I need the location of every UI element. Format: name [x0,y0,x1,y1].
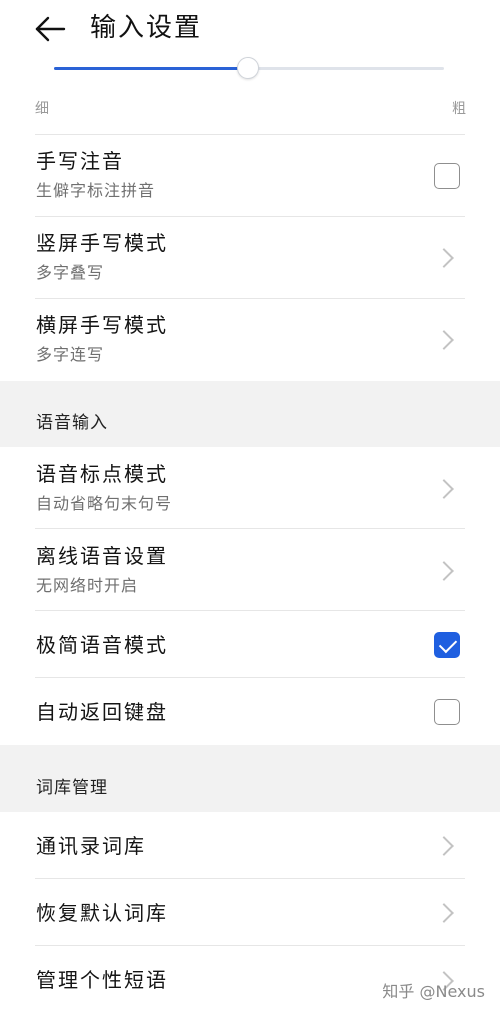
row-title: 离线语音设置 [36,544,168,568]
row-title: 横屏手写模式 [36,313,168,337]
row-portrait-handwriting[interactable]: 竖屏手写模式 多字叠写 [0,217,500,299]
row-subtitle: 多字连写 [36,345,105,364]
row-subtitle: 无网络时开启 [36,576,139,595]
section-header-voice: 语音输入 [0,381,500,447]
row-title: 极简语音模式 [36,633,168,657]
row-subtitle: 多字叠写 [36,263,105,282]
row-title: 通讯录词库 [36,834,146,858]
chevron-right-icon [434,561,454,581]
row-title: 手写注音 [36,149,124,173]
checkbox-unchecked[interactable] [434,699,460,725]
row-landscape-handwriting[interactable]: 横屏手写模式 多字连写 [0,299,500,381]
row-subtitle: 生僻字标注拼音 [36,181,156,200]
slider-labels: 细 粗 [0,96,500,124]
row-title: 竖屏手写模式 [36,231,168,255]
row-auto-return-keyboard[interactable]: 自动返回键盘 [0,678,500,745]
section-title: 语音输入 [36,413,108,433]
chevron-right-icon [434,836,454,856]
row-title: 语音标点模式 [36,462,168,486]
row-handwriting-pinyin[interactable]: 手写注音 生僻字标注拼音 [0,135,500,217]
row-voice-punctuation[interactable]: 语音标点模式 自动省略句末句号 [0,447,500,529]
page-title: 输入设置 [90,13,203,43]
watermark: 知乎 @Nexus [382,982,485,1001]
slider-thumb[interactable] [237,57,259,79]
top-app-bar: 输入设置 [0,0,500,58]
arrow-left-icon[interactable] [33,12,67,46]
stroke-thickness-slider[interactable] [54,57,444,79]
chevron-right-icon [434,903,454,923]
row-title: 恢复默认词库 [36,901,168,925]
section-header-lexicon: 词库管理 [0,745,500,812]
chevron-right-icon [434,330,454,350]
row-offline-voice[interactable]: 离线语音设置 无网络时开启 [0,529,500,611]
checkbox-checked[interactable] [434,632,460,658]
slider-max-label: 粗 [452,101,466,117]
slider-min-label: 细 [35,101,49,117]
row-minimal-voice[interactable]: 极简语音模式 [0,611,500,678]
slider-fill [54,67,249,70]
row-title: 自动返回键盘 [36,700,168,724]
row-contacts-lexicon[interactable]: 通讯录词库 [0,812,500,879]
section-title: 词库管理 [36,778,108,798]
row-subtitle: 自动省略句末句号 [36,494,173,513]
chevron-right-icon [434,248,454,268]
row-title: 管理个性短语 [36,968,168,992]
checkbox-unchecked[interactable] [434,163,460,189]
check-icon [438,634,458,654]
row-restore-default-lexicon[interactable]: 恢复默认词库 [0,879,500,946]
chevron-right-icon [434,479,454,499]
